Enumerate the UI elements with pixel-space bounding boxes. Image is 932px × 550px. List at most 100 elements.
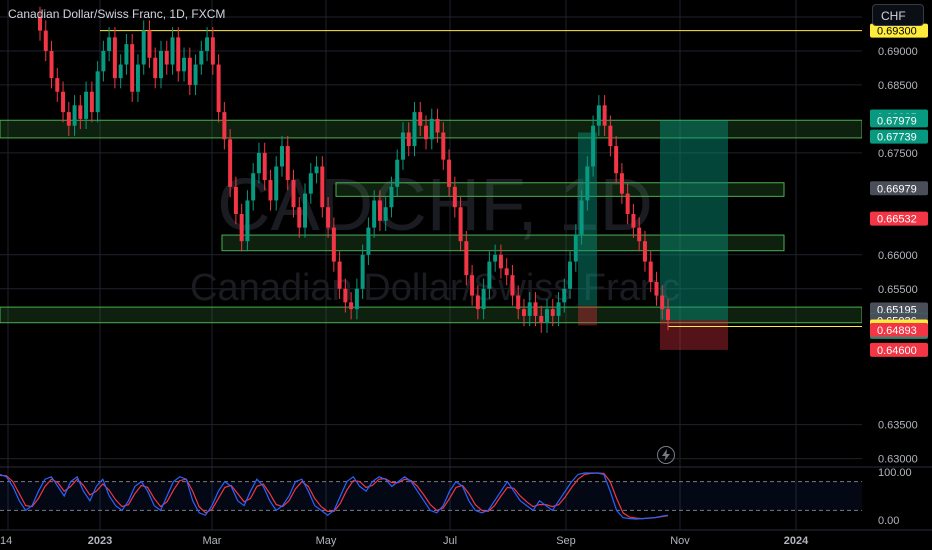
time-axis[interactable]: 14 2023 Mar May Jul Sep Nov 2024	[0, 529, 932, 547]
time-label: 14	[0, 535, 12, 547]
candle-body	[187, 57, 192, 85]
candle-body	[614, 146, 619, 174]
price-label: 0.64893	[877, 325, 917, 337]
candle-body	[648, 261, 653, 282]
candle-body	[233, 186, 238, 215]
candle-body	[602, 105, 607, 126]
candle-body	[400, 132, 405, 160]
candle-body	[158, 50, 163, 79]
candle-body	[170, 37, 175, 65]
candle-body	[153, 57, 158, 79]
candle-body	[112, 37, 117, 79]
candle-body	[147, 30, 152, 58]
currency-button[interactable]: CHF	[872, 4, 924, 26]
candle-body	[447, 159, 452, 187]
candle-body	[429, 118, 434, 140]
stoch-band	[0, 481, 862, 511]
candle-body	[435, 118, 440, 133]
position-2-target[interactable]	[660, 120, 728, 321]
candle-body	[418, 112, 423, 126]
candle-body	[377, 200, 382, 221]
candle-body	[205, 37, 210, 51]
position-1-stop[interactable]	[578, 305, 597, 326]
candle-body	[395, 159, 400, 187]
candle-body	[533, 302, 538, 316]
candle-body	[481, 288, 486, 310]
time-label: Mar	[203, 535, 222, 547]
time-label: 2023	[88, 535, 112, 547]
stoch-tick: 100.00	[878, 467, 912, 479]
candle-body	[66, 112, 71, 126]
price-tick: 0.67500	[878, 148, 918, 160]
candle-body	[487, 261, 492, 289]
candle-body	[130, 44, 135, 92]
candle-body	[55, 78, 60, 92]
candle-body	[337, 261, 342, 289]
candle-body	[406, 132, 411, 147]
candle-body	[539, 315, 544, 323]
price-tick: 0.68500	[878, 80, 918, 92]
candle-body	[118, 64, 123, 79]
price-tick: 0.63500	[878, 420, 918, 432]
candle-body	[372, 200, 377, 228]
candle-body	[262, 152, 267, 181]
candle-body	[498, 254, 503, 269]
candle-body	[182, 57, 187, 72]
price-label: 0.64600	[877, 345, 917, 357]
stoch-tick: 0.00	[878, 515, 899, 527]
candle-body	[199, 50, 204, 65]
candle-body	[521, 309, 526, 316]
candle-body	[366, 227, 371, 255]
candle-body	[412, 112, 417, 147]
candle-body	[470, 275, 475, 296]
candle-body	[504, 268, 509, 276]
candle-body	[596, 105, 601, 126]
candle-body	[631, 214, 636, 228]
price-tick: 0.63000	[878, 454, 918, 466]
candle-body	[591, 125, 596, 167]
candle-body	[642, 241, 647, 262]
candle-body	[72, 105, 77, 126]
candle-body	[424, 125, 429, 140]
symbol-title[interactable]: Canadian Dollar/Swiss Franc, 1D, FXCM	[8, 7, 225, 21]
candle-body	[475, 295, 480, 310]
zone-4[interactable]	[0, 306, 863, 324]
time-label: Sep	[556, 535, 576, 547]
candle-body	[164, 50, 169, 65]
candle-body	[303, 193, 308, 228]
candle-body	[510, 275, 515, 296]
candle-body	[637, 227, 642, 242]
candle-body	[291, 180, 296, 208]
candle-body	[176, 37, 181, 72]
candle-body	[666, 309, 670, 321]
price-axis[interactable]: 0.695000.690000.685000.675000.660000.655…	[862, 0, 932, 530]
candle-body	[441, 132, 446, 160]
lightning-icon	[662, 449, 670, 461]
candle-body	[660, 295, 665, 310]
candle-body	[124, 44, 129, 65]
time-label: May	[316, 535, 337, 547]
candle-body	[654, 281, 659, 296]
candle-body	[320, 166, 325, 208]
price-label: 0.67979	[877, 115, 917, 127]
candle-body	[349, 302, 354, 310]
candle-body	[326, 207, 331, 228]
candle-body	[458, 207, 463, 242]
candle-body	[308, 173, 313, 194]
price-tick: 0.66000	[878, 250, 918, 262]
candle-body	[331, 227, 336, 262]
chart-canvas[interactable]: CADCHF, 1D Canadian Dollar/Swiss Franc 0…	[0, 0, 932, 550]
candle-body	[545, 309, 550, 323]
stochastic-pane[interactable]: 100.00 0.00	[0, 466, 932, 527]
candle-body	[573, 234, 578, 262]
candle-body	[216, 64, 221, 113]
price-tick: 0.69000	[878, 46, 918, 58]
candle-body	[239, 214, 244, 242]
candle-body	[268, 180, 273, 201]
replay-button[interactable]	[657, 446, 675, 464]
chart-grid	[0, 0, 862, 530]
price-label: 0.66532	[877, 214, 917, 226]
position-2-stop[interactable]	[660, 320, 728, 350]
candle-body	[251, 173, 256, 201]
candle-body	[228, 139, 233, 187]
